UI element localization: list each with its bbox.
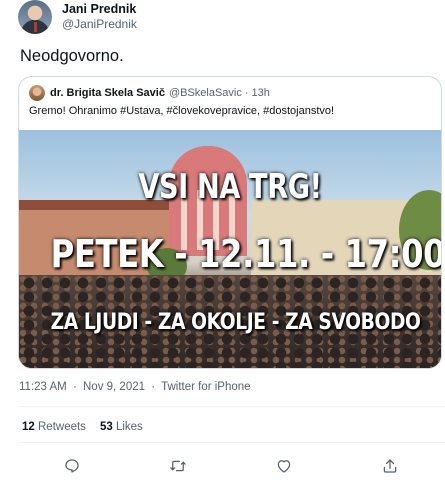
- author-handle[interactable]: @JaniPrednik: [62, 17, 137, 32]
- tweet-text: Neodgovorno.: [20, 47, 124, 65]
- divider: [18, 406, 445, 407]
- likes-count: 53: [99, 421, 113, 433]
- retweets-count: 12: [22, 421, 35, 433]
- retweets-stat[interactable]: 12 Retweets: [22, 421, 86, 433]
- like-button[interactable]: [273, 455, 295, 477]
- reply-button[interactable]: [61, 455, 83, 477]
- meta-separator: ·: [72, 381, 77, 393]
- quoted-tweet[interactable]: dr. Brigita Skela Savič @BSkelaSavic · 1…: [18, 76, 442, 369]
- divider: [18, 442, 445, 443]
- tweet-source[interactable]: Twitter for iPhone: [161, 381, 250, 393]
- quoted-media-image[interactable]: VSI NA TRG! PETEK - 12.11. - 17:00 ZA LJ…: [19, 130, 441, 368]
- tweet: Jani Prednik @JaniPrednik Neodgovorno. d…: [0, 0, 445, 490]
- quoted-timestamp: 13h: [251, 87, 270, 99]
- quoted-separator: ·: [244, 87, 249, 99]
- author-display-name[interactable]: Jani Prednik: [62, 2, 137, 17]
- tweet-meta: 11:23 AM · Nov 9, 2021 · Twitter for iPh…: [19, 381, 251, 393]
- retweet-button[interactable]: [167, 455, 189, 477]
- tweet-header: Jani Prednik @JaniPrednik: [18, 0, 438, 40]
- likes-label: Likes: [115, 421, 143, 433]
- quoted-author-name: dr. Brigita Skela Savič: [50, 87, 165, 99]
- share-button[interactable]: [379, 455, 401, 477]
- media-date-line: PETEK - 12.11. - 17:00: [50, 232, 441, 276]
- retweet-icon: [170, 460, 186, 472]
- tweet-date[interactable]: Nov 9, 2021: [83, 381, 145, 393]
- quoted-tweet-header: dr. Brigita Skela Savič @BSkelaSavic · 1…: [29, 85, 270, 101]
- retweets-label: Retweets: [38, 421, 86, 433]
- author-avatar[interactable]: [18, 0, 52, 34]
- media-slogan: ZA LJUDI - ZA OKOLJE - ZA SVOBODO: [50, 310, 421, 335]
- author-names: Jani Prednik @JaniPrednik: [62, 2, 137, 32]
- media-headline: VSI NA TRG!: [138, 167, 322, 207]
- quoted-tweet-text: Gremo! Ohranimo #Ustava, #človekovepravi…: [29, 105, 335, 117]
- tweet-stats: 12 Retweets 53 Likes: [22, 421, 157, 433]
- reply-icon: [65, 459, 79, 473]
- meta-separator: ·: [151, 381, 156, 393]
- likes-stat[interactable]: 53 Likes: [100, 421, 143, 433]
- quoted-author-avatar: [29, 85, 45, 101]
- tweet-actions: [0, 455, 445, 479]
- tweet-time[interactable]: 11:23 AM: [19, 381, 67, 393]
- heart-icon: [277, 460, 291, 473]
- share-icon: [383, 459, 397, 473]
- quoted-author-handle: @BSkelaSavic: [168, 87, 242, 99]
